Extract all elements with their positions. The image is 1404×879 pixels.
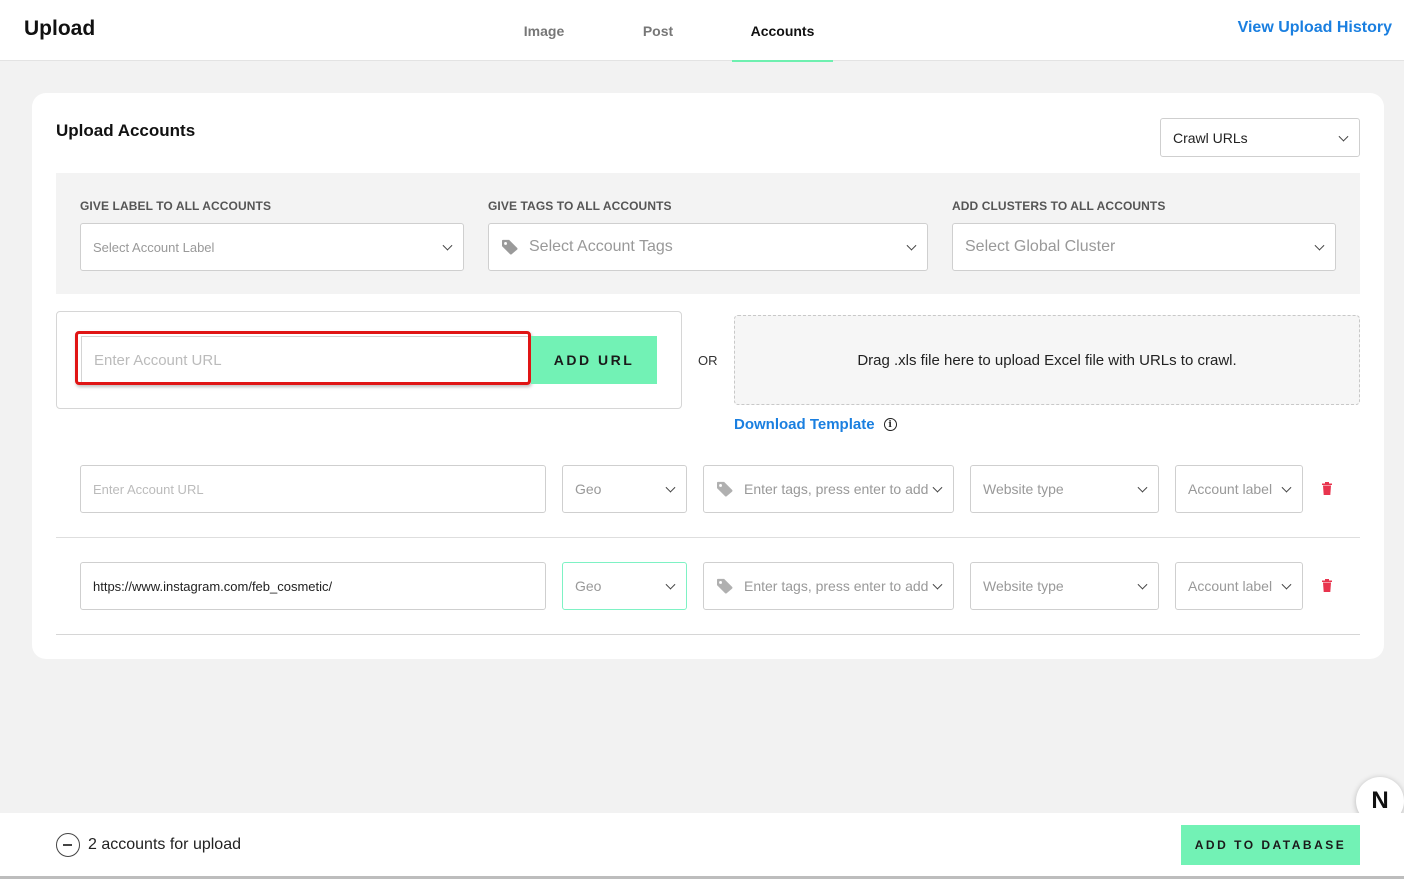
chevron-down-icon	[932, 482, 943, 493]
excel-drop-zone[interactable]: Drag .xls file here to upload Excel file…	[734, 315, 1360, 405]
info-icon[interactable]: i	[883, 418, 897, 431]
footer-bar: 2 accounts for upload ADD TO DATABASE	[0, 813, 1404, 879]
chevron-down-icon	[1137, 482, 1148, 493]
tag-icon	[502, 239, 518, 255]
trash-icon[interactable]	[1322, 482, 1332, 495]
tab-accounts[interactable]: Accounts	[732, 0, 833, 62]
account-label-row-select[interactable]: Account label	[1175, 562, 1303, 610]
chevron-down-icon	[1281, 482, 1292, 493]
download-template-label: Download Template	[734, 416, 875, 433]
bulk-settings-panel: GIVE LABEL TO ALL ACCOUNTS Select Accoun…	[56, 173, 1360, 294]
chevron-down-icon	[906, 240, 917, 251]
or-label: OR	[698, 353, 718, 368]
tab-post[interactable]: Post	[618, 0, 698, 61]
account-label-row-select[interactable]: Account label	[1175, 465, 1303, 513]
website-type-value: Website type	[983, 578, 1064, 594]
geo-select[interactable]: Geo	[562, 465, 687, 513]
add-url-box: Enter Account URL ADD URL	[56, 311, 682, 409]
trash-icon[interactable]	[1322, 579, 1332, 592]
label-heading: GIVE LABEL TO ALL ACCOUNTS	[80, 199, 272, 213]
upload-accounts-card: Upload Accounts Crawl URLs GIVE LABEL TO…	[32, 93, 1384, 659]
account-rows: Enter Account URL Geo Enter tags, press …	[56, 441, 1360, 635]
chevron-down-icon	[932, 579, 943, 590]
add-url-button[interactable]: ADD URL	[531, 336, 657, 384]
mode-select[interactable]: Crawl URLs	[1160, 118, 1360, 157]
chevron-down-icon	[442, 240, 453, 251]
account-label-select[interactable]: Select Account Label	[80, 223, 464, 271]
account-label-placeholder: Select Account Label	[93, 239, 215, 255]
clusters-heading: ADD CLUSTERS TO ALL ACCOUNTS	[952, 199, 1166, 213]
table-row: Enter Account URL Geo Enter tags, press …	[56, 441, 1360, 538]
website-type-select[interactable]: Website type	[970, 465, 1159, 513]
website-type-select[interactable]: Website type	[970, 562, 1159, 610]
page-title: Upload	[24, 17, 96, 40]
collapse-minus-icon[interactable]	[56, 833, 80, 857]
chevron-down-icon	[1281, 579, 1292, 590]
download-template-link[interactable]: Download Template i	[734, 416, 897, 433]
row-tags-placeholder: Enter tags, press enter to add	[744, 481, 929, 497]
website-type-value: Website type	[983, 481, 1064, 497]
chevron-down-icon	[1338, 131, 1349, 142]
account-url-input[interactable]: Enter Account URL	[81, 336, 529, 384]
account-tags-select[interactable]: Select Account Tags	[488, 223, 928, 271]
chevron-down-icon	[665, 579, 676, 590]
row-url-input[interactable]: Enter Account URL	[80, 465, 546, 513]
row-url-input[interactable]: https://www.instagram.com/feb_cosmetic/	[80, 562, 546, 610]
account-url-placeholder: Enter Account URL	[94, 351, 222, 369]
chevron-down-icon	[665, 482, 676, 493]
add-to-database-button[interactable]: ADD TO DATABASE	[1181, 825, 1360, 865]
tag-icon	[717, 481, 733, 497]
account-tags-placeholder: Select Account Tags	[529, 238, 673, 255]
geo-value: Geo	[575, 578, 602, 594]
geo-value: Geo	[575, 481, 602, 497]
view-upload-history-link[interactable]: View Upload History	[1238, 19, 1392, 37]
tags-heading: GIVE TAGS TO ALL ACCOUNTS	[488, 199, 672, 213]
upload-count-text: 2 accounts for upload	[88, 836, 241, 853]
chevron-down-icon	[1314, 240, 1325, 251]
row-tags-placeholder: Enter tags, press enter to add	[744, 578, 929, 594]
account-label-value: Account label	[1188, 578, 1273, 594]
tab-image[interactable]: Image	[504, 0, 584, 61]
global-cluster-placeholder: Select Global Cluster	[965, 238, 1116, 255]
chevron-down-icon	[1137, 579, 1148, 590]
mode-select-value: Crawl URLs	[1173, 129, 1248, 146]
row-url-value: https://www.instagram.com/feb_cosmetic/	[93, 578, 333, 594]
global-cluster-select[interactable]: Select Global Cluster	[952, 223, 1336, 271]
top-navigation-bar: Upload Image Post Accounts View Upload H…	[0, 0, 1404, 62]
card-title: Upload Accounts	[56, 121, 196, 140]
account-label-value: Account label	[1188, 481, 1273, 497]
row-url-placeholder: Enter Account URL	[93, 481, 204, 497]
row-tags-input[interactable]: Enter tags, press enter to add	[703, 465, 954, 513]
drop-zone-text: Drag .xls file here to upload Excel file…	[857, 351, 1237, 369]
tag-icon	[717, 578, 733, 594]
table-row: https://www.instagram.com/feb_cosmetic/ …	[56, 538, 1360, 635]
row-tags-input[interactable]: Enter tags, press enter to add	[703, 562, 954, 610]
geo-select[interactable]: Geo	[562, 562, 687, 610]
